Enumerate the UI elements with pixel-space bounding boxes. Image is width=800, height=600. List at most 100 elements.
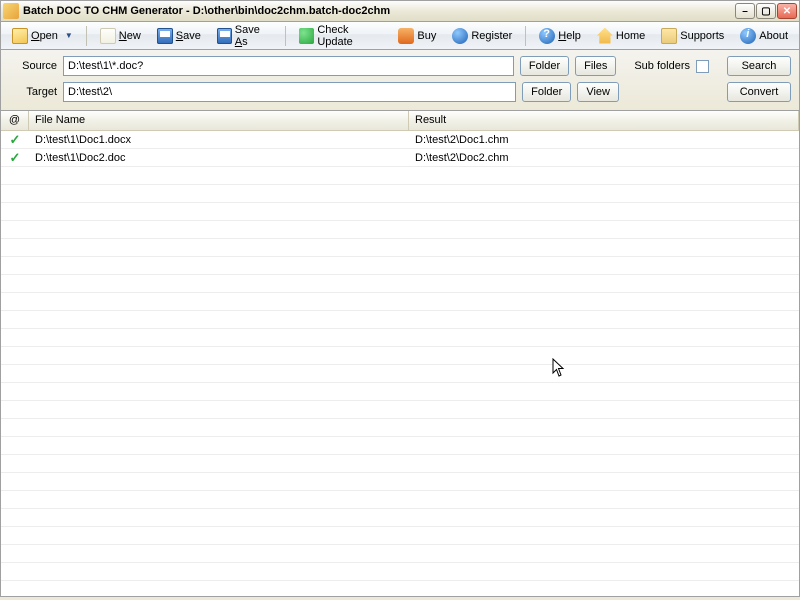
file-name-cell: D:\test\1\Doc1.docx	[29, 133, 409, 147]
save-as-icon	[217, 28, 232, 44]
buy-button[interactable]: Buy	[391, 25, 443, 47]
result-cell: D:\test\2\Doc1.chm	[409, 133, 799, 147]
supports-label: Supports	[680, 30, 724, 42]
table-row	[1, 509, 799, 527]
status-icon	[1, 481, 29, 483]
status-icon	[1, 265, 29, 267]
separator	[86, 26, 87, 46]
table-row	[1, 311, 799, 329]
col-file-header[interactable]: File Name	[29, 111, 409, 130]
file-name-cell	[29, 229, 409, 231]
file-name-cell: D:\test\1\Doc2.doc	[29, 151, 409, 165]
grid-header: @ File Name Result	[1, 111, 799, 131]
status-icon	[1, 517, 29, 519]
subfolders-checkbox[interactable]	[696, 60, 709, 73]
result-cell	[409, 409, 799, 411]
col-status-header[interactable]: @	[1, 111, 29, 130]
open-label: pen	[40, 30, 58, 42]
table-row	[1, 527, 799, 545]
titlebar: Batch DOC TO CHM Generator - D:\other\bi…	[0, 0, 800, 22]
result-cell	[409, 499, 799, 501]
register-button[interactable]: Register	[445, 25, 519, 47]
file-name-cell	[29, 463, 409, 465]
search-button[interactable]: Search	[727, 56, 791, 76]
table-row	[1, 275, 799, 293]
check-update-label: Check Update	[317, 24, 382, 48]
result-cell	[409, 481, 799, 483]
close-button[interactable]: ✕	[777, 3, 797, 19]
save-icon	[157, 28, 173, 44]
save-as-button[interactable]: Save As	[210, 21, 280, 51]
document-new-icon	[100, 28, 116, 44]
result-cell	[409, 337, 799, 339]
file-name-cell	[29, 499, 409, 501]
result-cell	[409, 391, 799, 393]
maximize-button[interactable]: ▢	[756, 3, 776, 19]
status-icon	[1, 553, 29, 555]
result-cell	[409, 517, 799, 519]
result-cell	[409, 319, 799, 321]
result-cell	[409, 265, 799, 267]
target-input[interactable]	[63, 82, 516, 102]
table-row	[1, 221, 799, 239]
target-label: Target	[9, 86, 57, 98]
table-row[interactable]: ✓D:\test\1\Doc1.docxD:\test\2\Doc1.chm	[1, 131, 799, 149]
convert-button[interactable]: Convert	[727, 82, 791, 102]
new-button[interactable]: New	[93, 25, 148, 47]
cart-icon	[398, 28, 414, 44]
file-name-cell	[29, 517, 409, 519]
file-name-cell	[29, 193, 409, 195]
home-icon	[597, 28, 613, 44]
status-icon	[1, 463, 29, 465]
status-icon	[1, 283, 29, 285]
table-row	[1, 563, 799, 581]
status-icon	[1, 211, 29, 213]
source-files-button[interactable]: Files	[575, 56, 616, 76]
window-title: Batch DOC TO CHM Generator - D:\other\bi…	[23, 5, 735, 17]
result-cell	[409, 535, 799, 537]
open-button[interactable]: Open ▼	[5, 25, 80, 47]
file-name-cell	[29, 247, 409, 249]
check-update-button[interactable]: Check Update	[292, 21, 389, 51]
result-cell	[409, 355, 799, 357]
result-cell	[409, 175, 799, 177]
status-icon	[1, 175, 29, 177]
status-icon	[1, 427, 29, 429]
result-cell	[409, 445, 799, 447]
col-result-header[interactable]: Result	[409, 111, 799, 130]
refresh-icon	[299, 28, 314, 44]
file-name-cell	[29, 175, 409, 177]
app-icon	[3, 3, 19, 19]
form-panel: Source Folder Files Sub folders Search T…	[0, 50, 800, 111]
target-view-button[interactable]: View	[577, 82, 619, 102]
source-input[interactable]	[63, 56, 514, 76]
status-icon: ✓	[1, 131, 29, 149]
result-cell	[409, 247, 799, 249]
table-row	[1, 329, 799, 347]
supports-button[interactable]: Supports	[654, 25, 731, 47]
table-row	[1, 239, 799, 257]
table-row[interactable]: ✓D:\test\1\Doc2.docD:\test\2\Doc2.chm	[1, 149, 799, 167]
status-icon	[1, 571, 29, 573]
target-folder-button[interactable]: Folder	[522, 82, 571, 102]
result-cell	[409, 301, 799, 303]
help-button[interactable]: Help	[532, 25, 588, 47]
file-name-cell	[29, 445, 409, 447]
home-button[interactable]: Home	[590, 25, 652, 47]
table-row	[1, 257, 799, 275]
source-folder-button[interactable]: Folder	[520, 56, 569, 76]
result-cell	[409, 283, 799, 285]
toolbar: Open ▼ New Save Save As Check Update Buy…	[0, 22, 800, 50]
table-row	[1, 545, 799, 563]
result-cell	[409, 463, 799, 465]
grid-body[interactable]: ✓D:\test\1\Doc1.docxD:\test\2\Doc1.chm✓D…	[1, 131, 799, 596]
about-button[interactable]: About	[733, 25, 795, 47]
file-name-cell	[29, 427, 409, 429]
help-icon	[539, 28, 555, 44]
table-row	[1, 473, 799, 491]
save-button[interactable]: Save	[150, 25, 208, 47]
result-cell	[409, 373, 799, 375]
table-row	[1, 437, 799, 455]
minimize-button[interactable]: –	[735, 3, 755, 19]
result-cell	[409, 589, 799, 591]
